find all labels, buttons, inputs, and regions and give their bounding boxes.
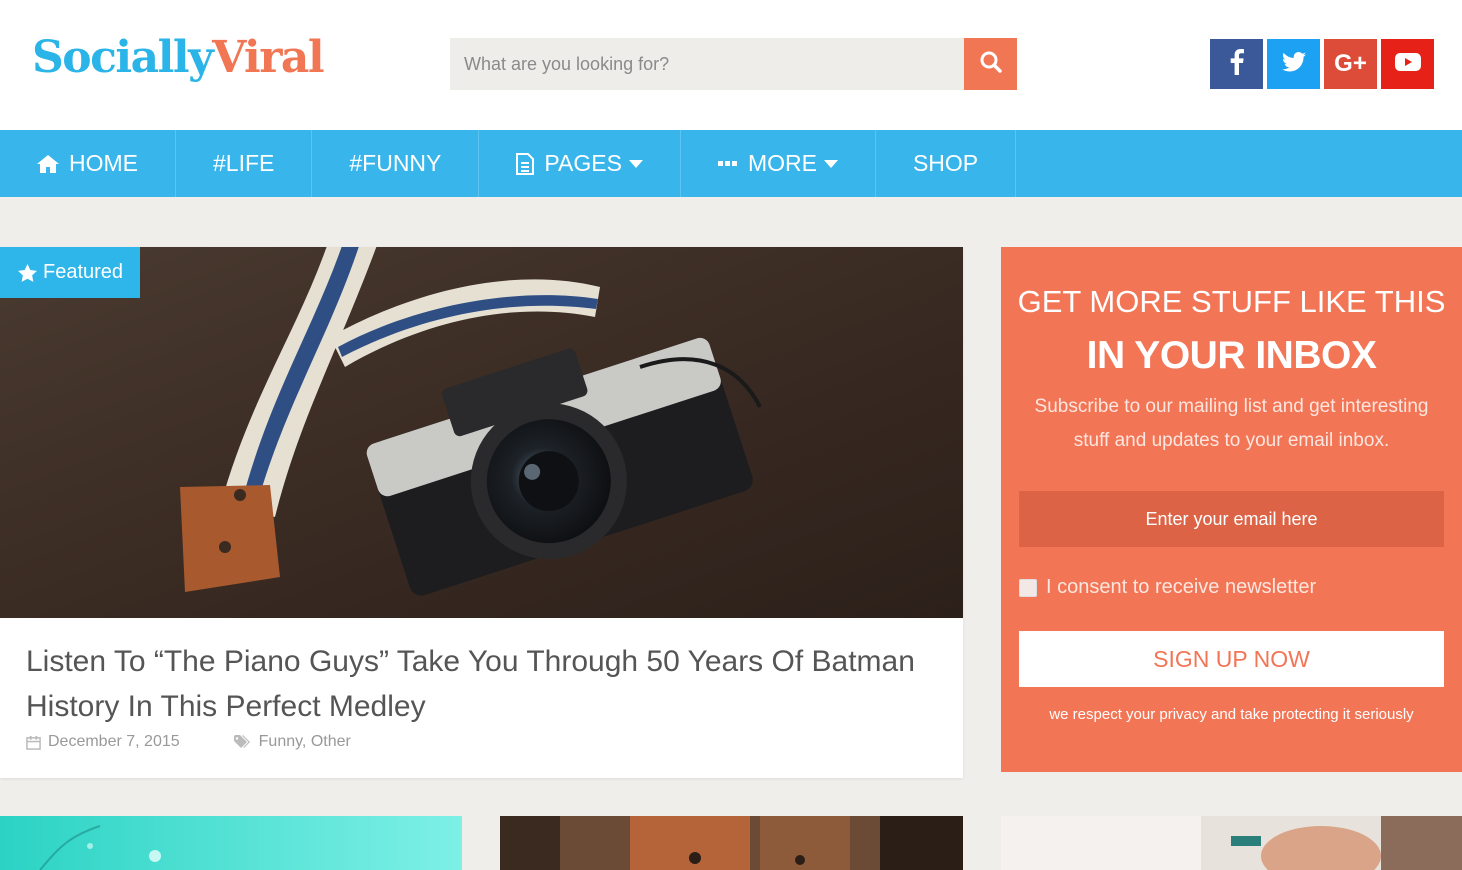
chevron-down-icon (628, 159, 643, 168)
email-field[interactable] (1019, 491, 1444, 547)
document-icon (516, 152, 535, 175)
post-categories-text: Funny, Other (258, 733, 351, 750)
nav-item-funny[interactable]: #FUNNY (312, 130, 480, 197)
subscribe-widget: GET MORE STUFF LIKE THIS IN YOUR INBOX S… (1001, 247, 1462, 772)
nav-label-life: #LIFE (213, 150, 275, 176)
social-links: G+ (1210, 39, 1434, 89)
site-header: SociallyViral G+ (0, 0, 1462, 130)
search-button[interactable] (964, 38, 1017, 90)
consent-checkbox[interactable] (1019, 578, 1037, 597)
nav-label-shop: SHOP (912, 150, 979, 176)
nav-item-pages[interactable]: PAGES (479, 130, 681, 197)
subscribe-subheading: IN YOUR INBOX (1086, 334, 1377, 377)
youtube-icon (1394, 52, 1421, 77)
nav-label-home: HOME (69, 150, 138, 176)
featured-badge: Featured (0, 247, 140, 298)
subscribe-description: Subscribe to our mailing list and get in… (1034, 396, 1429, 451)
tags-icon (233, 734, 250, 748)
nav-item-shop[interactable]: SHOP (876, 130, 1017, 197)
google-plus-icon: G+ (1334, 50, 1367, 77)
featured-post: Featured Listen To “The Piano Guys” Take… (0, 247, 963, 778)
post-date-text: December 7, 2015 (48, 733, 180, 750)
search-form (450, 38, 1017, 90)
nav-item-life[interactable]: #LIFE (176, 130, 313, 197)
sign-up-button[interactable]: SIGN UP NOW (1019, 631, 1444, 687)
nav-label-more: MORE (747, 150, 817, 176)
twitter-icon (1281, 51, 1306, 77)
nav-label-funny: #FUNNY (349, 150, 442, 176)
nav-label-pages: PAGES (544, 150, 622, 176)
post-thumbnail[interactable] (1001, 816, 1462, 870)
consent-label: I consent to receive newsletter (1046, 576, 1317, 598)
facebook-icon (1230, 48, 1244, 80)
main-nav: HOME #LIFE #FUNNY PAGES MORE SHOP (0, 130, 1462, 197)
privacy-note: we respect your privacy and take protect… (1049, 706, 1414, 723)
calendar-icon (26, 735, 41, 750)
post-thumbnail[interactable] (0, 816, 462, 870)
facebook-button[interactable] (1210, 39, 1263, 89)
chevron-down-icon (823, 159, 838, 168)
search-input[interactable] (450, 38, 964, 90)
star-icon (18, 263, 37, 282)
post-date: December 7, 2015 (26, 733, 180, 751)
featured-image[interactable]: Featured (0, 247, 963, 618)
consent-row: I consent to receive newsletter (1019, 576, 1316, 599)
logo-part-socially: Socially (32, 32, 214, 83)
nav-item-home[interactable]: HOME (0, 130, 176, 197)
google-plus-button[interactable]: G+ (1324, 39, 1377, 89)
logo-part-viral: Viral (212, 32, 325, 83)
post-thumbnail[interactable] (500, 816, 963, 870)
featured-badge-label: Featured (43, 261, 124, 283)
featured-title[interactable]: Listen To “The Piano Guys” Take You Thro… (26, 639, 936, 729)
search-icon (979, 50, 1003, 79)
home-icon (37, 154, 59, 173)
youtube-button[interactable] (1381, 39, 1434, 89)
ellipsis-icon (717, 160, 738, 167)
site-logo[interactable]: SociallyViral (32, 28, 325, 88)
post-categories[interactable]: Funny, Other (233, 733, 351, 751)
nav-item-more[interactable]: MORE (681, 130, 876, 197)
twitter-button[interactable] (1267, 39, 1320, 89)
subscribe-heading: GET MORE STUFF LIKE THIS (1017, 284, 1446, 319)
post-meta: December 7, 2015 Funny, Other (26, 733, 351, 751)
